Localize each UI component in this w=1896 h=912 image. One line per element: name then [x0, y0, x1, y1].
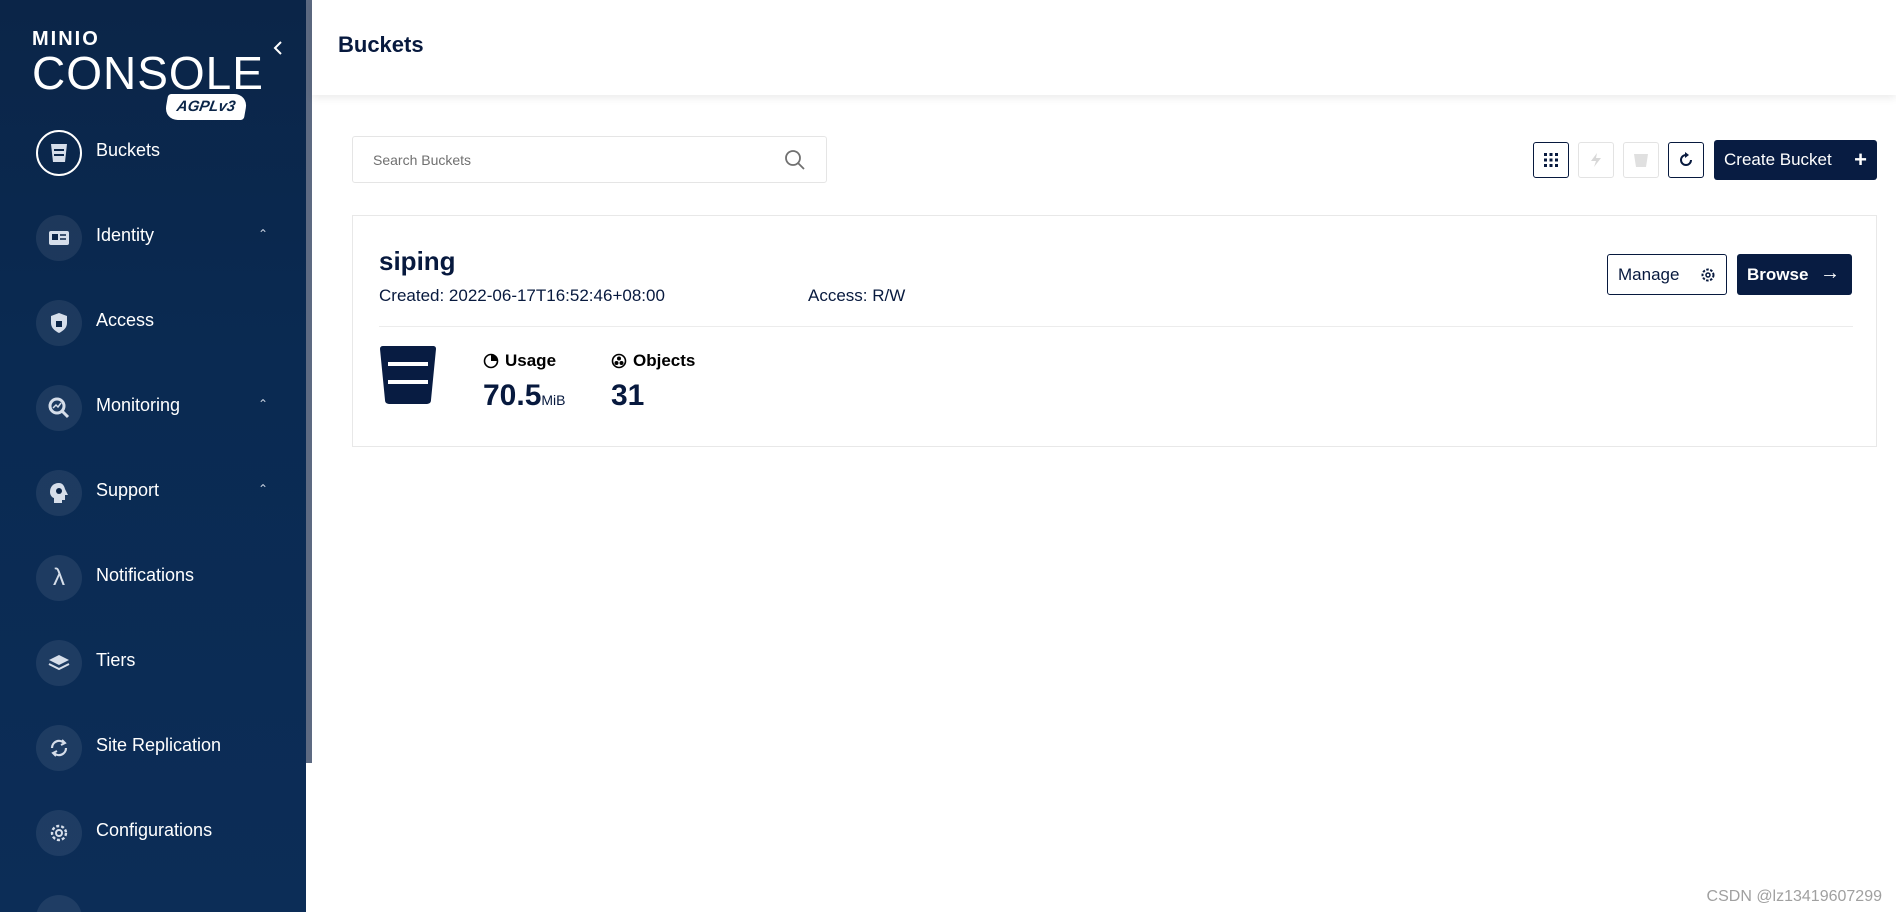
- objects-label: Objects: [633, 351, 696, 370]
- watermark: CSDN @lz13419607299: [1706, 888, 1882, 905]
- usage-stat: Usage 70.5MiB: [483, 351, 566, 413]
- bucket-list-icon: [1634, 154, 1648, 167]
- objects-icon: [611, 353, 627, 369]
- search-box[interactable]: [352, 136, 827, 183]
- sidebar-item-support[interactable]: Support ⌃: [0, 460, 306, 524]
- sidebar-item-label: Tiers: [96, 650, 136, 670]
- card-divider: [379, 326, 1853, 327]
- usage-unit: MiB: [541, 392, 566, 408]
- bucket-created: Created: 2022-06-17T16:52:46+08:00: [379, 286, 665, 305]
- gear-icon: [36, 810, 82, 856]
- pie-chart-icon: [483, 353, 499, 369]
- sidebar-item-tiers[interactable]: Tiers: [0, 630, 306, 694]
- chevron-up-icon[interactable]: ⌃: [258, 482, 268, 496]
- create-bucket-label: Create Bucket: [1724, 150, 1832, 169]
- magnifier-chart-icon: [36, 385, 82, 431]
- layers-icon: [36, 640, 82, 686]
- replication-icon: [36, 725, 82, 771]
- browse-label: Browse: [1747, 264, 1809, 284]
- lambda-icon: λ: [36, 555, 82, 601]
- sidebar-item-monitoring[interactable]: Monitoring ⌃: [0, 375, 306, 439]
- manage-label: Manage: [1618, 264, 1680, 284]
- collapse-sidebar-button[interactable]: [268, 38, 288, 62]
- set-lifecycle-button[interactable]: [1623, 142, 1659, 178]
- sidebar-item-notifications[interactable]: λ Notifications: [0, 545, 306, 609]
- sidebar-item-site-replication[interactable]: Site Replication: [0, 715, 306, 779]
- bucket-access: Access: R/W: [808, 286, 906, 305]
- sidebar: MINIO CONSOLE AGPLv3 Buckets Identity ⌃ …: [0, 0, 306, 912]
- sidebar-item-configurations[interactable]: Configurations: [0, 800, 306, 864]
- search-icon[interactable]: [784, 149, 806, 171]
- sidebar-item-buckets[interactable]: Buckets: [0, 120, 306, 184]
- agpl-badge: AGPLv3: [163, 94, 249, 120]
- manage-button[interactable]: Manage: [1607, 254, 1727, 295]
- arrow-right-icon: →: [1820, 262, 1840, 284]
- bucket-name: siping: [379, 246, 456, 276]
- minio-console-logo[interactable]: MINIO CONSOLE AGPLv3: [32, 28, 263, 123]
- gear-icon: [1701, 268, 1715, 282]
- sidebar-item-access[interactable]: Access: [0, 290, 306, 354]
- sidebar-item-label: Monitoring: [96, 395, 181, 415]
- chevron-up-icon[interactable]: ⌃: [258, 227, 268, 241]
- sidebar-item-label: Notifications: [96, 565, 195, 585]
- create-bucket-button[interactable]: Create Bucket +: [1714, 140, 1877, 180]
- refresh-icon: [1680, 152, 1692, 166]
- usage-label: Usage: [505, 351, 557, 370]
- page-header: Buckets: [312, 0, 1896, 95]
- sidebar-item-label: Site Replication: [96, 735, 222, 755]
- grid-icon: [1544, 153, 1558, 167]
- lightning-icon: [1591, 153, 1601, 167]
- objects-stat: Objects 31: [611, 351, 695, 413]
- support-head-icon: [36, 470, 82, 516]
- sidebar-item-label: Configurations: [96, 820, 213, 840]
- bucket-icon: [380, 346, 436, 404]
- objects-value: 31: [611, 379, 645, 412]
- usage-value: 70.5: [483, 379, 542, 412]
- partial-icon: [36, 895, 82, 912]
- sidebar-item-label: Buckets: [96, 140, 161, 160]
- sidebar-item-identity[interactable]: Identity ⌃: [0, 205, 306, 269]
- lock-shield-icon: [36, 300, 82, 346]
- id-card-icon: [36, 215, 82, 261]
- plus-icon: +: [1854, 147, 1867, 172]
- chevron-left-icon: [273, 41, 282, 55]
- chevron-up-icon[interactable]: ⌃: [258, 397, 268, 411]
- sidebar-item-label: Access: [96, 310, 155, 330]
- sidebar-item-label: Identity: [96, 225, 155, 245]
- sidebar-item-next[interactable]: [0, 885, 306, 912]
- grid-view-button[interactable]: [1533, 142, 1569, 178]
- browse-button[interactable]: Browse →: [1737, 254, 1852, 295]
- refresh-button[interactable]: [1668, 142, 1704, 178]
- bucket-card: siping Created: 2022-06-17T16:52:46+08:0…: [352, 215, 1877, 447]
- sidebar-item-label: Support: [96, 480, 160, 500]
- bucket-icon: [36, 130, 82, 176]
- replication-button[interactable]: [1578, 142, 1614, 178]
- search-input[interactable]: [371, 147, 771, 173]
- sidebar-scrollbar[interactable]: [306, 0, 312, 763]
- page-title: Buckets: [338, 32, 424, 57]
- logo-console-text: CONSOLE: [32, 47, 264, 99]
